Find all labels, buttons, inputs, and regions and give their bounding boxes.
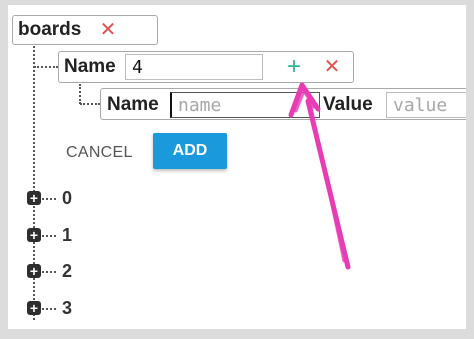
node-label: 2 bbox=[62, 261, 73, 281]
app-frame: boards ✕ Name + ✕ Name Value CANCEL ADD … bbox=[0, 0, 474, 339]
plus-square-icon[interactable]: + bbox=[27, 191, 41, 205]
child-value-label: Value bbox=[323, 94, 373, 115]
node-label: 3 bbox=[62, 298, 73, 318]
root-node-box: boards ✕ bbox=[12, 15, 158, 45]
node-connector bbox=[42, 198, 56, 200]
tree-connector-name-row bbox=[34, 66, 58, 68]
root-remove-close-icon[interactable]: ✕ bbox=[97, 19, 119, 41]
cancel-button[interactable]: CANCEL bbox=[66, 144, 133, 162]
node-connector bbox=[42, 235, 56, 237]
root-node-label: boards bbox=[18, 19, 82, 40]
new-key-name-input[interactable] bbox=[125, 54, 263, 80]
tree-connector-child-row bbox=[80, 103, 100, 105]
node-connector bbox=[42, 308, 56, 310]
node-label: 1 bbox=[62, 225, 73, 245]
child-name-input[interactable] bbox=[170, 92, 320, 118]
add-child-plus-icon[interactable]: + bbox=[283, 55, 305, 79]
child-value-input[interactable] bbox=[386, 92, 466, 118]
plus-square-icon[interactable]: + bbox=[27, 264, 41, 278]
plus-square-icon[interactable]: + bbox=[27, 301, 41, 315]
new-key-name-label: Name bbox=[64, 56, 116, 77]
add-button[interactable]: ADD bbox=[153, 133, 227, 169]
node-connector bbox=[42, 271, 56, 273]
new-key-row: Name + ✕ bbox=[58, 51, 354, 83]
node-label: 0 bbox=[62, 188, 73, 208]
new-key-remove-close-icon[interactable]: ✕ bbox=[321, 56, 343, 78]
child-name-label: Name bbox=[107, 94, 159, 115]
child-row: Name Value bbox=[100, 88, 466, 120]
plus-square-icon[interactable]: + bbox=[27, 228, 41, 242]
tree-connector-child bbox=[79, 84, 81, 104]
tree-editor-panel: boards ✕ Name + ✕ Name Value CANCEL ADD … bbox=[8, 5, 466, 329]
